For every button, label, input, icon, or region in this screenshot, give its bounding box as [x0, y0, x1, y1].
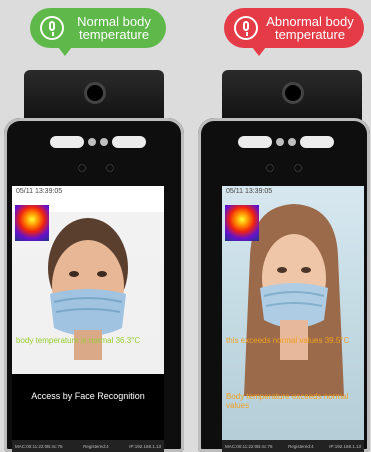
- sensor-bar: [300, 136, 334, 148]
- abnormal-temperature-bubble: Abnormal body temperature: [224, 8, 364, 56]
- timestamp: 05/11 13:39:05: [16, 188, 63, 195]
- microphone-icon: [40, 16, 64, 40]
- timestamp: 05/11 13:39:05: [226, 188, 273, 195]
- sensor-bar: [112, 136, 146, 148]
- bubble-tail: [58, 47, 72, 56]
- right-screen: 05/11 13:39:05 this exceeds normal value…: [222, 186, 364, 452]
- status-footer: MAC:00:11:22:0B:4c:78 Registered:4 IP:19…: [222, 440, 364, 452]
- right-temperature-terminal: 05/11 13:39:05 this exceeds normal value…: [198, 118, 370, 452]
- abnormal-status-text: this exceeds normal values 39.5°C: [226, 336, 350, 345]
- mac-address: MAC:00:11:22:0B:4c:78: [225, 443, 273, 449]
- sensor-dot: [276, 138, 284, 146]
- mac-address: MAC:00:11:22:0B:4c:78: [15, 443, 63, 449]
- normal-status-text: body temperature is normal 36.3°C: [16, 336, 141, 345]
- abnormal-temperature-label: Abnormal body temperature: [266, 14, 354, 42]
- normal-temperature-label: Normal body temperature: [77, 14, 151, 42]
- right-camera-module: [222, 70, 362, 122]
- sensor-bar: [50, 136, 84, 148]
- thermal-image-icon: [15, 205, 49, 241]
- ir-led: [294, 164, 302, 172]
- ip-address: IP:192.168.1.13: [329, 443, 361, 449]
- alert-message: Body temperature exceeds normal values: [226, 392, 349, 410]
- left-camera-module: [24, 70, 164, 122]
- left-screen: 05/11 13:39:05 body temperature is norma…: [12, 186, 164, 452]
- microphone-icon: [234, 16, 258, 40]
- status-footer: MAC:00:11:22:0B:4c:78 Registered:4 IP:19…: [12, 440, 164, 452]
- access-message: Access by Face Recognition: [12, 374, 164, 450]
- registered-count: Registered:4: [83, 443, 109, 449]
- bubble-tail: [252, 47, 266, 56]
- ip-address: IP:192.168.1.13: [129, 443, 161, 449]
- left-temperature-terminal: 05/11 13:39:05 body temperature is norma…: [4, 118, 184, 452]
- camera-lens-icon: [84, 82, 106, 104]
- thermal-image-icon: [225, 205, 259, 241]
- ir-led: [106, 164, 114, 172]
- sensor-dot: [100, 138, 108, 146]
- sensor-bar: [238, 136, 272, 148]
- ir-led: [266, 164, 274, 172]
- registered-count: Registered:4: [288, 443, 314, 449]
- camera-lens-icon: [282, 82, 304, 104]
- ir-led: [78, 164, 86, 172]
- sensor-dot: [288, 138, 296, 146]
- sensor-dot: [88, 138, 96, 146]
- normal-temperature-bubble: Normal body temperature: [30, 8, 166, 56]
